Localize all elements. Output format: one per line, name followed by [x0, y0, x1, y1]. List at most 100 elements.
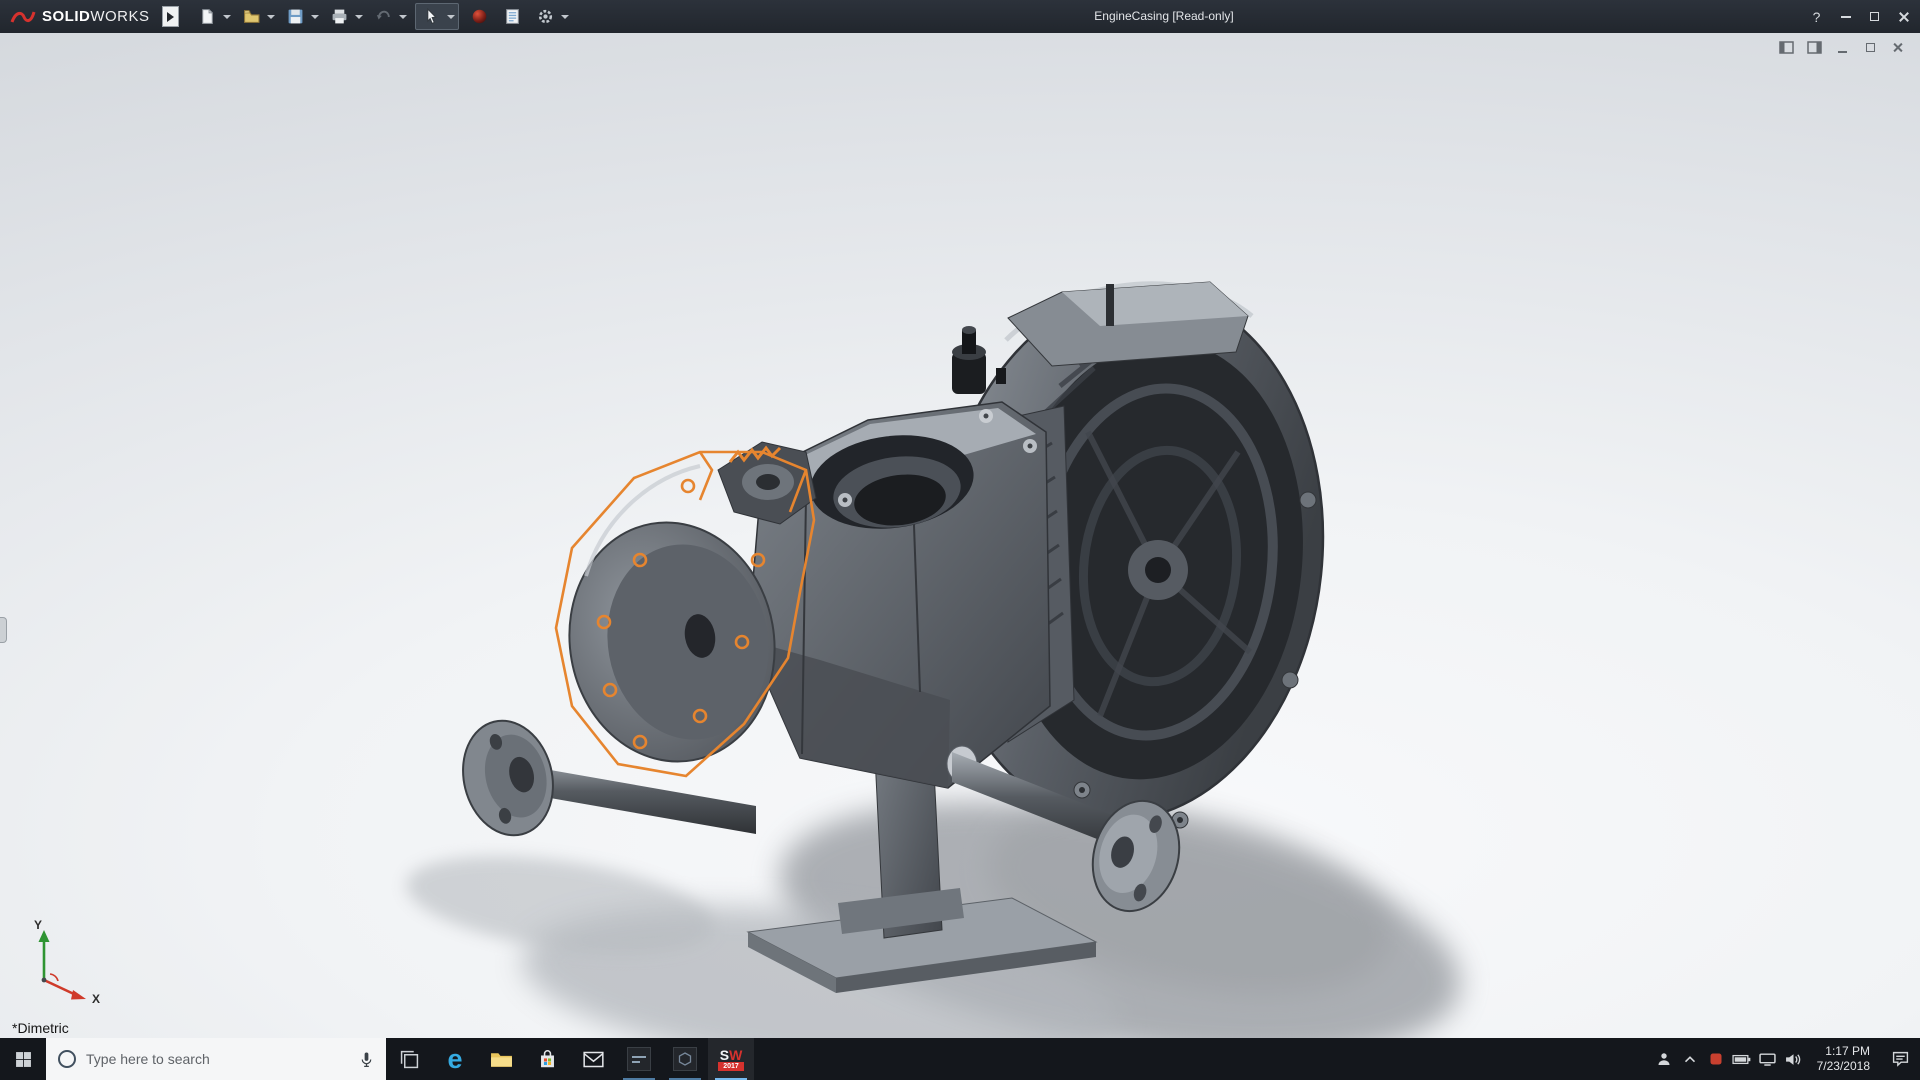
app-icon-dark-1 [627, 1047, 651, 1071]
windows-taskbar: e SW 2017 [0, 1038, 1920, 1080]
edge-icon: e [447, 1043, 463, 1074]
minimize-button[interactable] [1831, 0, 1860, 33]
orientation-triad[interactable]: Y X [16, 918, 108, 1008]
toolbar-flyout-button[interactable] [161, 6, 179, 27]
save-button[interactable] [283, 4, 308, 29]
network-button[interactable] [1755, 1038, 1781, 1080]
document-minimize-button[interactable] [1834, 40, 1850, 55]
open-document-dropdown[interactable] [266, 14, 275, 19]
document-properties-button[interactable] [500, 4, 525, 29]
properties-group [500, 4, 525, 29]
close-icon [1898, 11, 1910, 23]
tray-app-icon [1710, 1053, 1722, 1065]
view-orientation-label: *Dimetric [12, 1020, 69, 1036]
panel-right-button[interactable] [1806, 40, 1822, 55]
volume-button[interactable] [1781, 1038, 1807, 1080]
options-group [533, 4, 569, 29]
taskbar-search[interactable] [46, 1038, 386, 1080]
app-button-dark-2[interactable] [662, 1038, 708, 1080]
save-group [283, 4, 319, 29]
start-button[interactable] [0, 1038, 46, 1080]
window-controls: ? [1802, 0, 1918, 33]
titlebar: SOLID WORKS EngineCasing [Read-only] ? [0, 0, 1920, 33]
minimize-icon [1840, 15, 1851, 18]
system-tray: 1:17 PM 7/23/2018 [1651, 1038, 1920, 1080]
people-button[interactable] [1651, 1038, 1677, 1080]
restore-icon [1870, 12, 1879, 21]
file-explorer-button[interactable] [478, 1038, 524, 1080]
app-button-dark-1[interactable] [616, 1038, 662, 1080]
gear-icon [538, 9, 552, 24]
save-dropdown[interactable] [310, 14, 319, 19]
appearance-button[interactable] [467, 4, 492, 29]
clock-time: 1:17 PM [1825, 1044, 1870, 1058]
document-minimize-icon [1837, 50, 1847, 53]
cortana-icon [58, 1050, 76, 1068]
engine-casing-model[interactable] [0, 33, 1920, 1038]
undo-arrow-icon [376, 10, 390, 20]
open-document-group [239, 4, 275, 29]
document-restore-icon [1865, 43, 1875, 52]
document-close-button[interactable] [1890, 40, 1906, 55]
edge-browser-button[interactable]: e [432, 1038, 478, 1080]
open-document-button[interactable] [239, 4, 264, 29]
new-document-group [195, 4, 231, 29]
brand-solid: SOLID [42, 8, 91, 25]
clock-date: 7/23/2018 [1816, 1059, 1870, 1073]
window-title: EngineCasing [Read-only] [1094, 9, 1234, 23]
action-center-icon [1892, 1051, 1908, 1067]
tray-app-button[interactable] [1703, 1038, 1729, 1080]
sw-icon-w: W [729, 1046, 743, 1063]
flyout-arrow-icon [166, 11, 174, 22]
help-glyph: ? [1812, 8, 1821, 25]
search-input[interactable] [86, 1051, 349, 1067]
triad-x-label: X [91, 992, 100, 1006]
file-explorer-icon [490, 1053, 512, 1067]
brand-text: SOLID WORKS [42, 8, 150, 25]
save-floppy-icon [288, 9, 302, 24]
microphone-icon[interactable] [359, 1051, 374, 1068]
solidworks-app-button[interactable]: SW 2017 [708, 1038, 754, 1080]
close-button[interactable] [1889, 0, 1918, 33]
panel-right-icon [1806, 41, 1822, 54]
print-dropdown[interactable] [354, 14, 363, 19]
panel-collapse-handle[interactable] [0, 617, 7, 643]
select-tool-group [414, 3, 459, 30]
app-icon-dark-2 [673, 1047, 697, 1071]
printer-icon [332, 9, 346, 24]
speaker-icon [1786, 1053, 1801, 1065]
help-button[interactable]: ? [1802, 0, 1831, 33]
ds-logo-icon [10, 11, 36, 23]
select-tool-button[interactable] [419, 4, 444, 29]
undo-dropdown[interactable] [398, 14, 407, 19]
task-view-button[interactable] [386, 1038, 432, 1080]
system-options-button[interactable] [533, 4, 558, 29]
graphics-viewport[interactable]: Y X *Dimetric [0, 33, 1920, 1038]
panel-left-button[interactable] [1778, 40, 1794, 55]
windows-logo-icon [15, 1051, 31, 1067]
sw-icon-s: S [719, 1046, 730, 1063]
people-icon [1658, 1053, 1670, 1065]
document-restore-button[interactable] [1862, 40, 1878, 55]
new-document-dropdown[interactable] [222, 14, 231, 19]
solidworks-app-icon: SW 2017 [716, 1048, 746, 1071]
restore-button[interactable] [1860, 0, 1889, 33]
store-icon [540, 1050, 554, 1068]
mail-button[interactable] [570, 1038, 616, 1080]
show-hidden-icons-button[interactable] [1677, 1038, 1703, 1080]
panel-left-icon [1778, 41, 1794, 54]
battery-button[interactable] [1729, 1038, 1755, 1080]
new-document-button[interactable] [195, 4, 220, 29]
store-button[interactable] [524, 1038, 570, 1080]
brand-works: WORKS [90, 8, 150, 25]
undo-button[interactable] [371, 4, 396, 29]
triad-y-label: Y [34, 918, 43, 932]
taskbar-clock[interactable]: 1:17 PM 7/23/2018 [1807, 1038, 1880, 1080]
print-button[interactable] [327, 4, 352, 29]
options-dropdown[interactable] [560, 14, 569, 19]
select-tool-dropdown[interactable] [446, 14, 455, 19]
document-window-controls [1778, 40, 1906, 55]
quick-access-toolbar [195, 3, 576, 30]
appearance-group [467, 4, 492, 29]
action-center-button[interactable] [1880, 1038, 1920, 1080]
